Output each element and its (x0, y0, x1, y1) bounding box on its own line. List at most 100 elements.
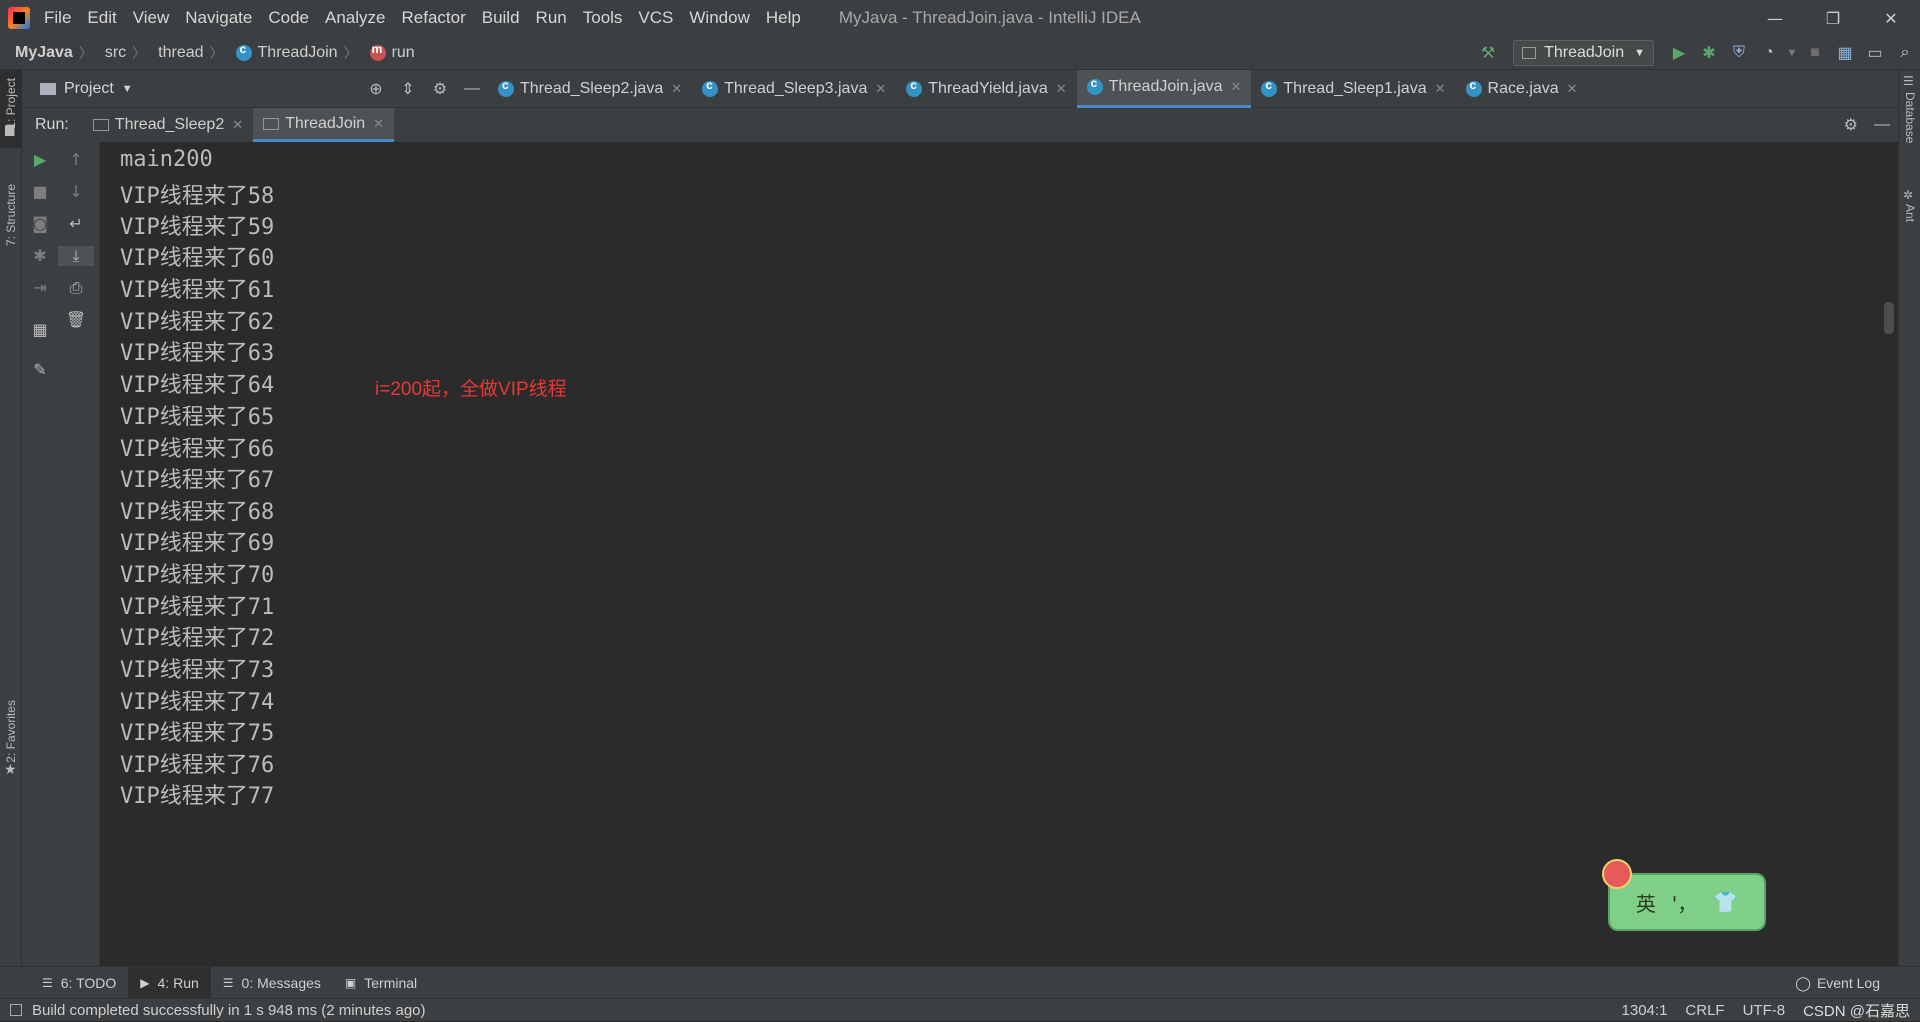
file-encoding[interactable]: UTF-8 (1743, 1002, 1786, 1019)
editor-tab-active[interactable]: ThreadJoin.java✕ (1076, 69, 1252, 108)
close-tab-icon[interactable]: ✕ (1056, 81, 1067, 97)
close-tab-icon[interactable]: ✕ (232, 117, 243, 133)
exit-icon[interactable]: ⇥ (22, 278, 58, 297)
stop-icon[interactable]: ■ (22, 182, 58, 201)
ime-language[interactable]: 英 (1636, 888, 1656, 917)
database-tool-button[interactable]: Database (1903, 92, 1917, 143)
run-tool-tab[interactable]: ▶ 4: Run (128, 966, 211, 999)
close-tab-icon[interactable]: ✕ (1230, 79, 1241, 95)
editor-tab[interactable]: Thread_Sleep1.java✕ (1251, 70, 1455, 108)
console-scrollbar[interactable] (1884, 302, 1894, 334)
menu-edit[interactable]: Edit (87, 8, 116, 28)
close-tab-icon[interactable]: ✕ (875, 81, 886, 97)
menu-window[interactable]: Window (689, 8, 749, 28)
menu-build[interactable]: Build (482, 8, 520, 28)
method-icon (369, 42, 386, 61)
class-icon (1261, 78, 1278, 97)
navigation-bar: MyJava 〉 src 〉 thread 〉 ThreadJoin 〉 run… (0, 36, 1920, 70)
hide-panel-icon[interactable]: — (1874, 116, 1890, 134)
ime-status-widget[interactable]: 英 '， 👕 (1602, 859, 1766, 931)
run-tab[interactable]: Thread_Sleep2 ✕ (83, 108, 253, 142)
project-view-selector[interactable]: Project ▼ (40, 80, 360, 98)
print-icon[interactable]: ⎙ (58, 278, 94, 298)
ant-tool-button[interactable]: Ant (1903, 204, 1917, 222)
profiler-icon[interactable]: ◔ (1754, 38, 1784, 68)
console-line: VIP线程来了64 (120, 373, 275, 398)
project-tool-button[interactable]: 1: Project (0, 70, 22, 148)
event-log-button[interactable]: ◯ Event Log (1795, 967, 1880, 999)
breadcrumb-class[interactable]: ThreadJoin (235, 42, 338, 62)
soft-wrap-icon[interactable]: ↵ (58, 214, 94, 233)
hide-panel-icon[interactable]: — (456, 80, 488, 98)
gear-icon[interactable]: ⚙ (424, 79, 456, 99)
menu-navigate[interactable]: Navigate (185, 8, 252, 28)
status-message[interactable]: Build completed successfully in 1 s 948 … (32, 1002, 426, 1019)
collapse-all-icon[interactable]: ⇕ (392, 79, 424, 99)
arrow-down-icon[interactable]: ↓ (58, 182, 94, 201)
arrow-up-icon[interactable]: ↑ (58, 150, 94, 169)
scroll-to-end-icon[interactable]: ⤓ (58, 246, 94, 266)
run-configuration-selector[interactable]: ThreadJoin ▼ (1513, 40, 1654, 66)
menu-help[interactable]: Help (766, 8, 801, 28)
locate-target-icon[interactable]: ⊕ (360, 79, 392, 99)
trash-icon[interactable]: 🗑 (58, 310, 94, 329)
menu-vcs[interactable]: VCS (638, 8, 673, 28)
pin-icon[interactable]: ✎ (22, 360, 58, 379)
project-view-label: Project (64, 79, 114, 97)
ime-skin-icon[interactable]: 👕 (1713, 890, 1738, 914)
todo-tab[interactable]: ☰ 6: TODO (30, 967, 128, 999)
structure-tool-button[interactable]: 7: Structure (4, 184, 18, 246)
more-run-options-icon[interactable]: ▼ (1784, 38, 1800, 68)
breadcrumb-project[interactable]: MyJava (15, 44, 73, 62)
coverage-icon[interactable]: ⛨ (1724, 38, 1754, 68)
terminal-tab[interactable]: ▣ Terminal (333, 967, 429, 999)
editor-tab[interactable]: Thread_Sleep2.java✕ (488, 70, 692, 108)
ime-punctuation[interactable]: '， (1672, 888, 1698, 917)
menu-file[interactable]: File (44, 8, 71, 28)
editor-tab[interactable]: ThreadYield.java✕ (896, 70, 1076, 108)
console-output[interactable]: main200 VIP线程来了58 VIP线程来了59 VIP线程来了60 VI… (100, 142, 1898, 966)
menu-run[interactable]: Run (536, 8, 567, 28)
close-tab-icon[interactable]: ✕ (1567, 81, 1578, 97)
breadcrumb-separator-icon: 〉 (132, 44, 147, 61)
breadcrumb-method[interactable]: run (369, 42, 415, 62)
layout-icon[interactable]: ▦ (22, 320, 58, 339)
menu-refactor[interactable]: Refactor (401, 8, 465, 28)
gear-icon[interactable]: ⚙ (1844, 115, 1858, 135)
menu-tools[interactable]: Tools (583, 8, 623, 28)
close-window-button[interactable]: ✕ (1862, 0, 1920, 36)
favorites-tool-button[interactable]: 2: Favorites (4, 700, 18, 763)
run-tab-active[interactable]: ThreadJoin ✕ (253, 108, 395, 142)
messages-tab[interactable]: ☰ 0: Messages (211, 967, 333, 999)
editor-tab[interactable]: Race.java✕ (1456, 70, 1588, 108)
editor-tab-row: Project ▼ ⊕ ⇕ ⚙ — Thread_Sleep2.java✕ Th… (22, 69, 1898, 108)
breadcrumb-src[interactable]: src (105, 44, 126, 62)
rerun-icon[interactable]: ▶ (22, 150, 58, 169)
toggle-tool-windows-icon[interactable] (10, 1004, 22, 1016)
run-panel-label: Run: (35, 116, 69, 133)
menu-view[interactable]: View (133, 8, 170, 28)
restore-button[interactable]: ❐ (1804, 0, 1862, 36)
close-tab-icon[interactable]: ✕ (671, 81, 682, 97)
stop-icon[interactable]: ■ (1800, 38, 1830, 68)
breadcrumb-package[interactable]: thread (158, 44, 203, 62)
close-tab-icon[interactable]: ✕ (373, 116, 384, 132)
console-line: VIP线程来了66 (120, 437, 275, 462)
debug-icon[interactable]: ✱ (22, 246, 58, 265)
menu-analyze[interactable]: Analyze (325, 8, 385, 28)
editor-tab[interactable]: Thread_Sleep3.java✕ (692, 70, 896, 108)
debug-bug-icon[interactable]: ✱ (1694, 38, 1724, 68)
search-everywhere-icon[interactable]: ⌕ (1890, 38, 1920, 68)
caret-position[interactable]: 1304:1 (1622, 1002, 1668, 1019)
build-hammer-icon[interactable]: ⚒ (1473, 38, 1503, 68)
line-separator[interactable]: CRLF (1685, 1002, 1724, 1019)
console-line: VIP线程来了74 (120, 690, 275, 715)
camera-icon[interactable]: ◙ (22, 214, 58, 233)
menu-code[interactable]: Code (268, 8, 309, 28)
presentation-mode-icon[interactable]: ▭ (1860, 38, 1890, 68)
run-config-icon (1522, 47, 1537, 59)
minimize-button[interactable]: — (1746, 0, 1804, 36)
close-tab-icon[interactable]: ✕ (1435, 81, 1446, 97)
run-icon[interactable]: ▶ (1664, 38, 1694, 68)
project-structure-icon[interactable]: ▦ (1830, 38, 1860, 68)
